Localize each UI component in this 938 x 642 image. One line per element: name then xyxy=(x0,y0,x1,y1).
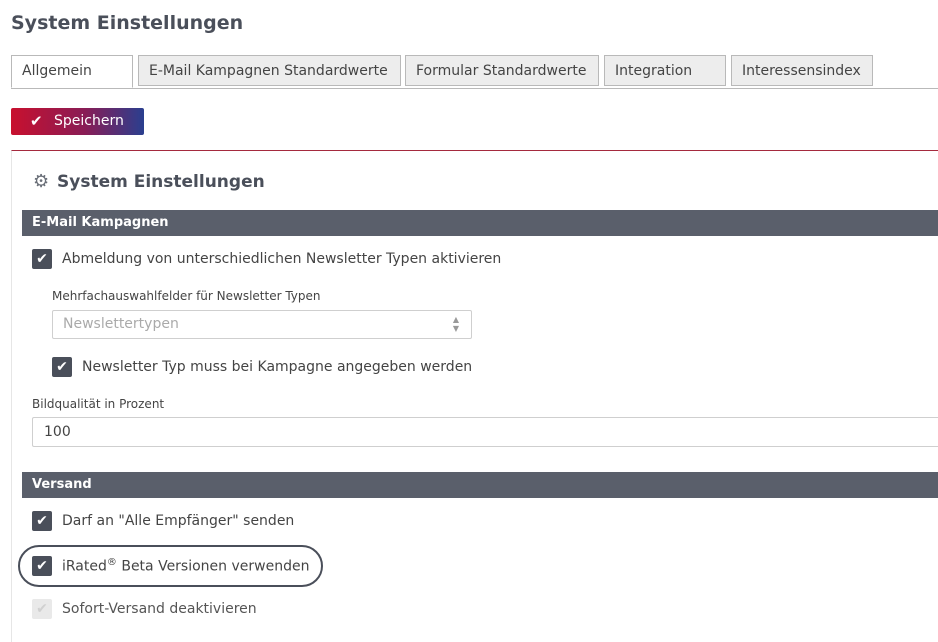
multiselect-label: Mehrfachauswahlfelder für Newsletter Typ… xyxy=(52,289,321,303)
instant-send-label: Sofort-Versand deaktivieren xyxy=(62,601,257,617)
beta-versions-checkbox[interactable]: ✔ xyxy=(32,556,52,576)
newsletter-types-placeholder: Newslettertypen xyxy=(63,316,179,332)
section-header-versand: Versand xyxy=(22,472,938,498)
registered-mark: ® xyxy=(106,557,117,569)
type-required-label: Newsletter Typ muss bei Kampagne angegeb… xyxy=(82,359,473,375)
all-recipients-checkbox-row[interactable]: ✔ Darf an "Alle Empfänger" senden xyxy=(32,511,294,531)
tab-bar: Allgemein E-Mail Kampagnen Standardwerte… xyxy=(11,55,938,89)
beta-label-suffix: Beta Versionen verwenden xyxy=(116,558,310,575)
panel-title-text: System Einstellungen xyxy=(57,172,265,192)
tab-allgemein[interactable]: Allgemein xyxy=(11,55,133,88)
gear-icon: ⚙ xyxy=(33,171,50,192)
tab-formular-standardwerte[interactable]: Formular Standardwerte xyxy=(405,55,599,86)
image-quality-label: Bildqualität in Prozent xyxy=(32,397,165,411)
all-recipients-label: Darf an "Alle Empfänger" senden xyxy=(62,513,295,529)
save-button-label: Speichern xyxy=(54,113,124,129)
tab-email-kampagnen-standardwerte[interactable]: E-Mail Kampagnen Standardwerte xyxy=(138,55,401,86)
settings-panel: ⚙ System Einstellungen E-Mail Kampagnen ✔… xyxy=(11,150,938,642)
unsubscribe-types-checkbox-row[interactable]: ✔ Abmeldung von unterschiedlichen Newsle… xyxy=(32,249,501,269)
panel-title: ⚙ System Einstellungen xyxy=(33,171,265,192)
unsubscribe-types-checkbox[interactable]: ✔ xyxy=(32,249,52,269)
select-arrows-icon: ▲ ▼ xyxy=(452,315,459,333)
newsletter-types-select[interactable]: Newslettertypen ▲ ▼ xyxy=(52,310,472,339)
beta-versions-checkbox-row[interactable]: ✔ iRated® Beta Versionen verwenden xyxy=(32,556,309,576)
beta-versions-label: iRated® Beta Versionen verwenden xyxy=(62,557,309,575)
instant-send-checkbox-row: ✔ Sofort-Versand deaktivieren xyxy=(32,599,257,619)
tab-interessensindex[interactable]: Interessensindex xyxy=(731,55,873,86)
all-recipients-checkbox[interactable]: ✔ xyxy=(32,511,52,531)
unsubscribe-types-label: Abmeldung von unterschiedlichen Newslett… xyxy=(62,251,502,267)
section-header-email: E-Mail Kampagnen xyxy=(22,210,938,236)
page-title: System Einstellungen xyxy=(11,12,244,34)
beta-label-brand: iRated xyxy=(62,558,107,575)
tab-integration[interactable]: Integration xyxy=(604,55,726,86)
image-quality-input[interactable]: 100 xyxy=(32,417,938,447)
type-required-checkbox-row[interactable]: ✔ Newsletter Typ muss bei Kampagne angeg… xyxy=(52,357,472,377)
type-required-checkbox[interactable]: ✔ xyxy=(52,357,72,377)
instant-send-checkbox: ✔ xyxy=(32,599,52,619)
check-icon: ✔ xyxy=(30,112,43,130)
save-button[interactable]: ✔ Speichern xyxy=(11,108,144,135)
